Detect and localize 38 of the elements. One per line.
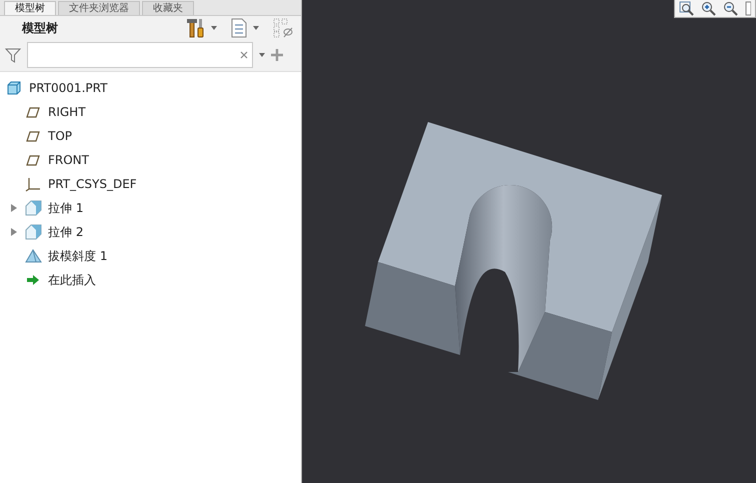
tree-item[interactable]: FRONT — [48, 153, 89, 167]
filter-field[interactable] — [27, 42, 253, 68]
plane-icon — [26, 154, 40, 166]
panel-tab[interactable]: 收藏夹 — [142, 1, 194, 15]
list-settings-icon[interactable] — [231, 18, 247, 38]
clear-icon[interactable] — [240, 51, 248, 59]
tree-item[interactable]: 在此插入 — [48, 272, 96, 288]
plane-icon — [26, 130, 40, 142]
filter-icon[interactable] — [5, 47, 21, 63]
zoom-fit-icon[interactable] — [679, 1, 695, 16]
expand-arrow-icon[interactable] — [11, 204, 17, 212]
tree-item[interactable]: RIGHT — [48, 105, 86, 119]
dropdown-caret-icon[interactable] — [253, 26, 259, 30]
wedge-icon — [24, 248, 42, 264]
zoom-in-icon[interactable] — [701, 1, 717, 16]
solid-block-icon — [24, 200, 42, 216]
tree-item[interactable]: 拉伸 1 — [48, 200, 84, 216]
arrow-icon — [26, 274, 40, 286]
tree-item[interactable]: 拉伸 2 — [48, 224, 84, 240]
tree-item[interactable]: PRT_CSYS_DEF — [48, 177, 137, 191]
view-icon[interactable] — [745, 1, 751, 16]
zoom-out-icon[interactable] — [723, 1, 739, 16]
panel-tab[interactable]: 文件夹浏览器 — [58, 1, 140, 15]
plane-icon — [26, 106, 40, 118]
tree-item[interactable]: PRT0001.PRT — [29, 81, 108, 95]
hammer-screwdriver-icon[interactable] — [187, 18, 205, 38]
tree-visibility-icon[interactable] — [273, 18, 293, 38]
solid-block-icon — [24, 224, 42, 240]
coordinate-axes-icon — [25, 176, 41, 192]
dropdown-caret-icon[interactable] — [211, 26, 217, 30]
dropdown-caret-icon[interactable] — [259, 53, 265, 57]
panel-tab[interactable]: 模型树 — [4, 1, 56, 15]
cube-icon — [7, 81, 21, 95]
expand-arrow-icon[interactable] — [11, 228, 17, 236]
add-icon[interactable] — [271, 49, 283, 61]
tree-item[interactable]: 拔模斜度 1 — [48, 248, 108, 264]
tree-item[interactable]: TOP — [48, 129, 72, 143]
panel-title: 模型树 — [22, 20, 59, 36]
